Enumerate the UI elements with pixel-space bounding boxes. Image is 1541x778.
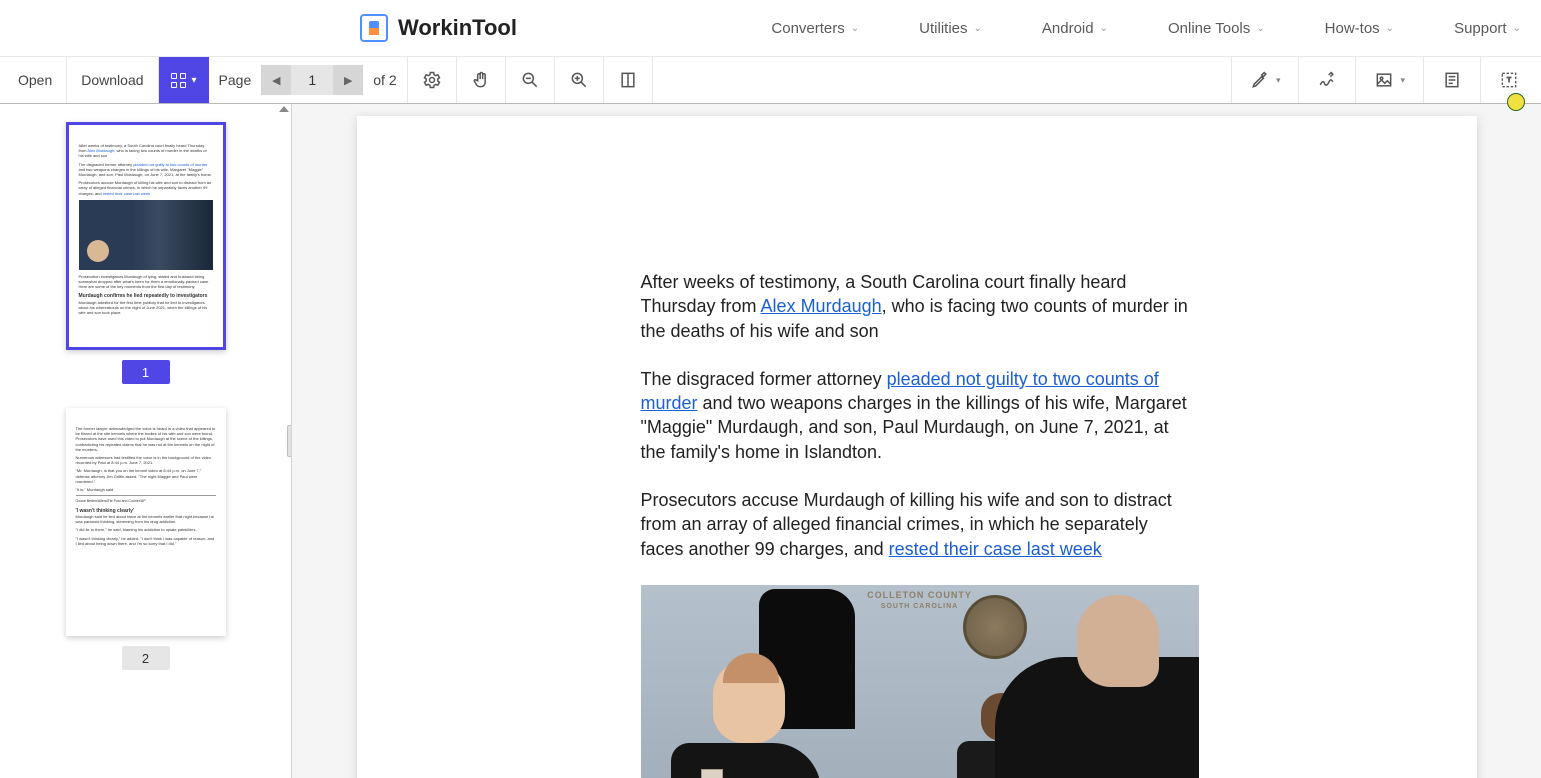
chevron-down-icon: ⌄	[1513, 23, 1521, 34]
scroll-up-icon[interactable]	[279, 106, 289, 112]
chevron-down-icon: ⌄	[974, 23, 982, 34]
gear-icon	[422, 70, 442, 90]
brand-logo-icon	[360, 14, 388, 42]
hand-icon	[471, 70, 491, 90]
zoom-out-button[interactable]	[506, 57, 555, 103]
chevron-down-icon: ⌄	[1386, 23, 1394, 34]
page-layout-button[interactable]	[604, 57, 653, 103]
page-navigator: Page ◀ ▶ of 2	[209, 57, 408, 103]
text-box-icon	[1499, 70, 1519, 90]
document-viewer[interactable]: After weeks of testimony, a South Caroli…	[292, 104, 1541, 778]
nav-utilities[interactable]: Utilities⌄	[919, 20, 982, 37]
thumbnail-sidebar[interactable]: After weeks of testimony, a South Caroli…	[0, 104, 292, 778]
link-rested-case[interactable]: rested their case last week	[889, 539, 1102, 559]
brand-name: WorkinTool	[398, 15, 517, 41]
signature-tool-button[interactable]	[1298, 57, 1355, 103]
paragraph-3: Prosecutors accuse Murdaugh of killing h…	[641, 488, 1193, 561]
paragraph-2: The disgraced former attorney pleaded no…	[641, 367, 1193, 464]
grid-icon	[171, 73, 186, 88]
page-next-button[interactable]: ▶	[333, 65, 363, 95]
page-label: Page	[219, 72, 252, 88]
thumbnail-page-1[interactable]: After weeks of testimony, a South Caroli…	[66, 122, 226, 350]
page-label-1: 1	[122, 360, 170, 384]
body-area: After weeks of testimony, a South Caroli…	[0, 104, 1541, 778]
thumb-wrap-2: The former lawyer acknowledged the voice…	[0, 408, 291, 670]
zoom-in-button[interactable]	[555, 57, 604, 103]
chevron-down-icon: ⌄	[1256, 23, 1264, 34]
pan-tool-button[interactable]	[457, 57, 506, 103]
settings-button[interactable]	[408, 57, 457, 103]
zoom-out-icon	[520, 70, 540, 90]
page-total: of 2	[373, 72, 396, 88]
caret-down-icon: ▾	[192, 75, 197, 86]
top-nav: WorkinTool Converters⌄ Utilities⌄ Androi…	[0, 0, 1541, 56]
paragraph-1: After weeks of testimony, a South Caroli…	[641, 270, 1193, 343]
thumbnail-page-2[interactable]: The former lawyer acknowledged the voice…	[66, 408, 226, 636]
download-button[interactable]: Download	[67, 57, 158, 103]
page-layout-icon	[618, 70, 638, 90]
caret-down-icon: ▾	[1276, 75, 1281, 86]
nav-howtos[interactable]: How-tos⌄	[1325, 20, 1394, 37]
caret-down-icon: ▾	[1400, 75, 1405, 86]
page-label-2: 2	[122, 646, 170, 670]
zoom-in-icon	[569, 70, 589, 90]
text-box-tool-button[interactable]	[1480, 57, 1537, 103]
highlight-tool-button[interactable]: ▾	[1231, 57, 1299, 103]
chevron-down-icon: ⌄	[1100, 23, 1108, 34]
nav-online-tools[interactable]: Online Tools⌄	[1168, 20, 1265, 37]
thumb-wrap-1: After weeks of testimony, a South Caroli…	[0, 122, 291, 384]
note-icon	[1442, 70, 1462, 90]
pen-icon	[1250, 70, 1270, 90]
link-alex-murdaugh[interactable]: Alex Murdaugh	[761, 296, 882, 316]
page-input[interactable]	[291, 65, 333, 95]
nav-android[interactable]: Android⌄	[1042, 20, 1108, 37]
mouse-cursor	[1507, 93, 1525, 111]
page-prev-button[interactable]: ◀	[261, 65, 291, 95]
signature-icon	[1317, 70, 1337, 90]
page-input-box: ◀ ▶	[261, 65, 363, 95]
open-button[interactable]: Open	[4, 57, 67, 103]
nav-converters[interactable]: Converters⌄	[771, 20, 859, 37]
image-icon	[1374, 70, 1394, 90]
toolbar-right: ▾ ▾	[1231, 57, 1537, 103]
toolbar: Open Download ▾ Page ◀ ▶ of 2 ▾ ▾	[0, 56, 1541, 104]
nav-links: Converters⌄ Utilities⌄ Android⌄ Online T…	[771, 20, 1521, 37]
chevron-down-icon: ⌄	[851, 23, 859, 34]
courtroom-photo: COLLETON COUNTYSOUTH CAROLINA	[641, 585, 1199, 778]
page-1: After weeks of testimony, a South Caroli…	[357, 116, 1477, 778]
annotation-tool-button[interactable]	[1423, 57, 1480, 103]
nav-support[interactable]: Support⌄	[1454, 20, 1521, 37]
image-tool-button[interactable]: ▾	[1355, 57, 1423, 103]
thumbnail-view-button[interactable]: ▾	[159, 57, 209, 103]
brand: WorkinTool	[360, 14, 517, 42]
